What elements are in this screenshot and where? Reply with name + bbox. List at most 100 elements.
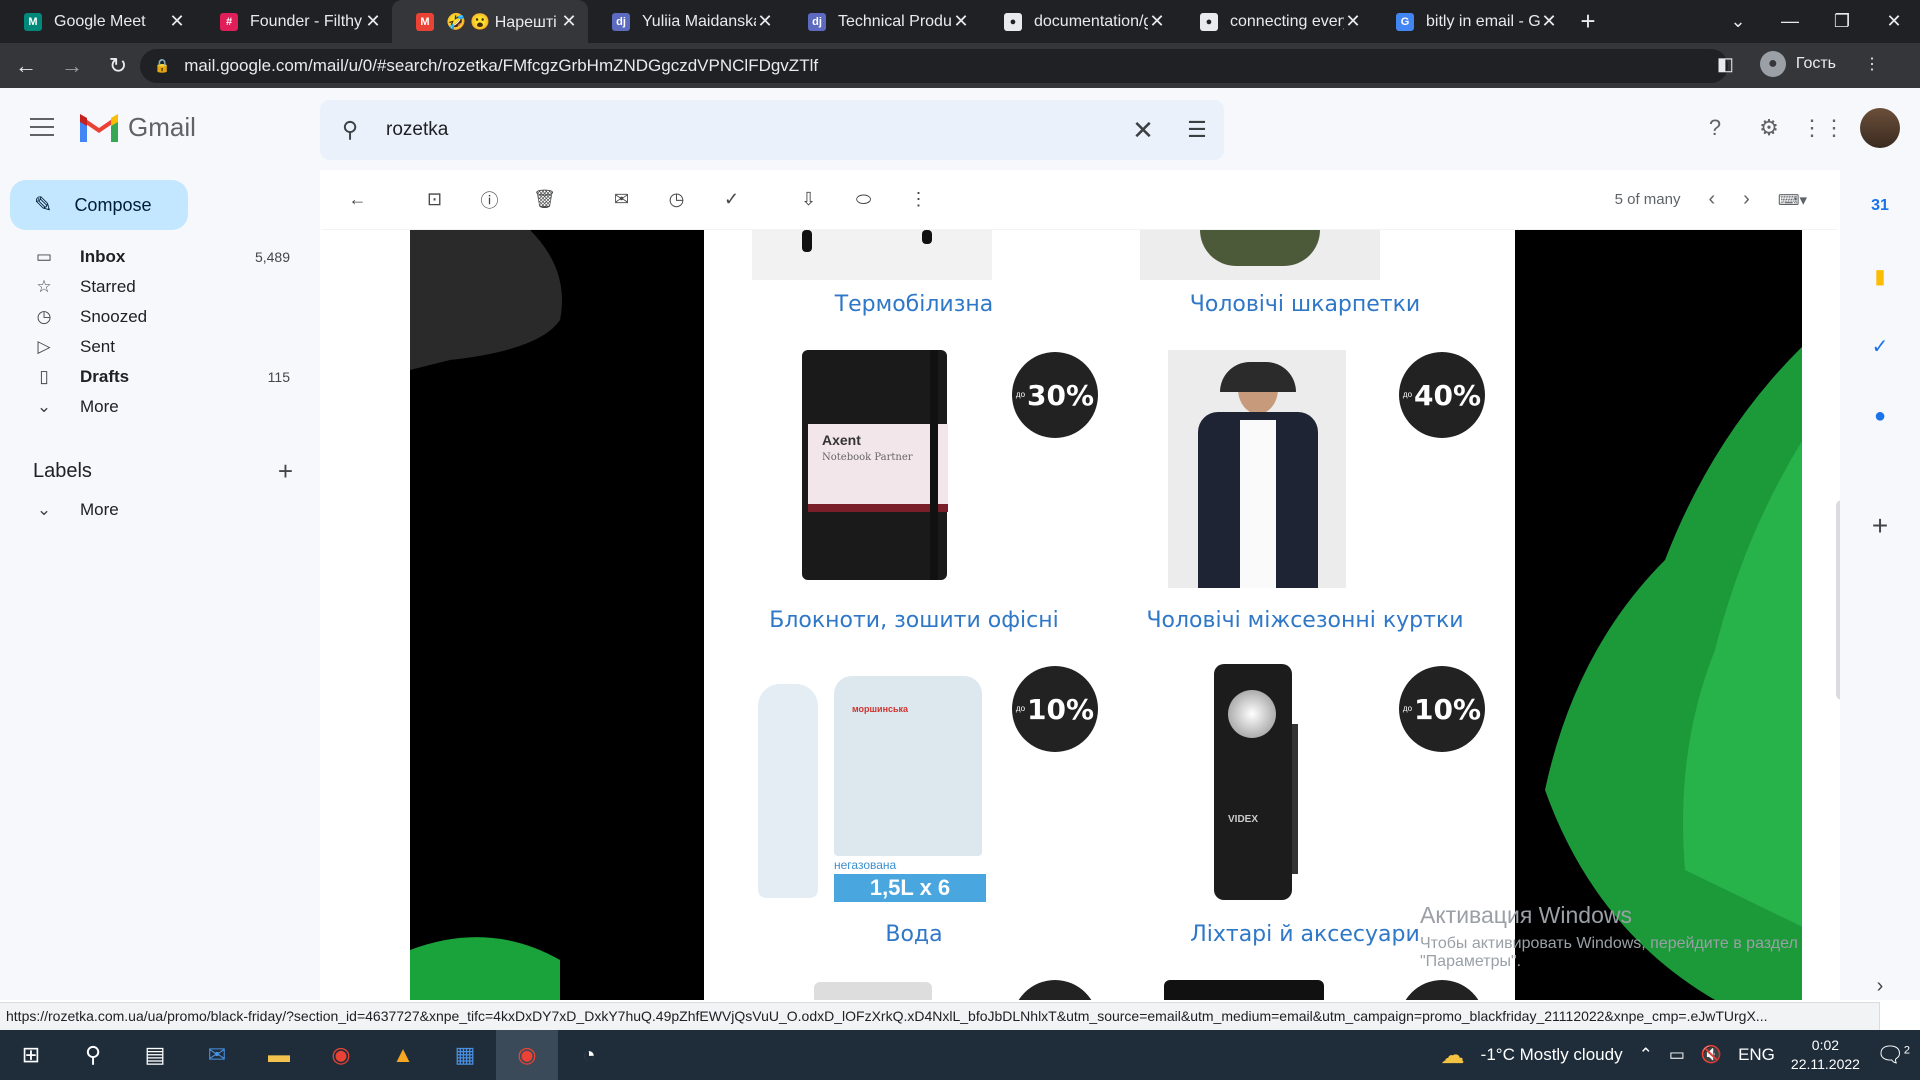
tab-close-icon[interactable]: ✕: [560, 11, 578, 32]
forward-icon[interactable]: →: [52, 53, 92, 79]
label-icon[interactable]: ⬭: [836, 189, 891, 210]
browser-tab[interactable]: dj Technical Product ✕: [784, 0, 980, 43]
chrome-icon[interactable]: ◉: [310, 1030, 372, 1080]
report-spam-icon[interactable]: ⓘ: [462, 187, 517, 213]
tab-search-icon[interactable]: ⌄: [1712, 11, 1764, 32]
clear-search-icon[interactable]: ✕: [1116, 115, 1170, 146]
input-tools-icon[interactable]: ⌨▾: [1778, 191, 1807, 209]
search-input[interactable]: rozetka: [380, 119, 1116, 141]
tab-close-icon[interactable]: ✕: [1148, 11, 1166, 32]
product-caption[interactable]: Чоловічі міжсезонні куртки: [1095, 608, 1515, 633]
product-caption[interactable]: Вода: [704, 922, 1124, 947]
tab-close-icon[interactable]: ✕: [952, 11, 970, 32]
tab-close-icon[interactable]: ✕: [756, 11, 774, 32]
tray-chevron-icon[interactable]: ⌃: [1639, 1045, 1653, 1065]
browser-tab[interactable]: # Founder - Filthy p ✕: [196, 0, 392, 43]
apps-grid-icon[interactable]: ⋮⋮: [1801, 111, 1845, 145]
older-icon[interactable]: ›: [1743, 188, 1750, 211]
tab-close-icon[interactable]: ✕: [168, 11, 186, 32]
help-icon[interactable]: ?: [1698, 111, 1732, 145]
keep-icon[interactable]: ▮: [1864, 260, 1896, 292]
restore-button[interactable]: ❐: [1816, 11, 1868, 32]
volume-icon[interactable]: 🔇: [1701, 1045, 1722, 1065]
browser-tab[interactable]: ● connecting every ✕: [1176, 0, 1372, 43]
minimize-button[interactable]: —: [1764, 11, 1816, 32]
contacts-icon[interactable]: ●: [1864, 400, 1896, 432]
socks-image[interactable]: [1140, 230, 1380, 280]
notebook-image[interactable]: Axent Notebook Partner: [752, 350, 992, 590]
tab-close-icon[interactable]: ✕: [1540, 11, 1558, 32]
weather-icon[interactable]: ☁: [1441, 1041, 1465, 1070]
network-icon[interactable]: ▭: [1669, 1045, 1685, 1065]
side-panel-icon[interactable]: ◧: [1717, 54, 1734, 75]
browser-tab[interactable]: dj Yuliia Maidanska ✕: [588, 0, 784, 43]
archive-icon[interactable]: ⊡: [407, 189, 462, 210]
browser-tab[interactable]: M Google Meet ✕: [0, 0, 196, 43]
weather-text[interactable]: -1°C Mostly cloudy: [1481, 1045, 1623, 1065]
calendar-icon[interactable]: 31: [1864, 190, 1896, 222]
task-view-icon[interactable]: ▤: [124, 1030, 186, 1080]
sidebar-item-drafts[interactable]: ▯ Drafts 115: [0, 362, 300, 392]
expand-panel-icon[interactable]: ›: [1864, 970, 1896, 1002]
file-explorer-icon[interactable]: ▬: [248, 1030, 310, 1080]
reload-icon[interactable]: ↻: [98, 53, 138, 79]
gmail-logo[interactable]: Gmail: [80, 112, 196, 143]
add-addon-icon[interactable]: +: [1864, 510, 1896, 542]
browser-tab[interactable]: Gbitly in email - Go ✕: [1372, 0, 1568, 43]
next-product-image[interactable]: [1164, 980, 1324, 1000]
avast-icon[interactable]: ▲: [372, 1030, 434, 1080]
tasks-icon[interactable]: ✓: [1864, 330, 1896, 362]
add-task-icon[interactable]: ✓: [704, 189, 759, 210]
product-caption[interactable]: Блокноти, зошити офісні: [704, 608, 1124, 633]
water-image[interactable]: моршинська негазована 1,5L x 6: [752, 664, 992, 904]
search-icon[interactable]: ⚲: [320, 117, 380, 143]
profile-area[interactable]: ◧ ● Гость ⋮: [1717, 51, 1880, 77]
account-avatar[interactable]: [1860, 108, 1900, 148]
sidebar-item-snoozed[interactable]: ◷ Snoozed: [0, 302, 300, 332]
store-icon[interactable]: ▦: [434, 1030, 496, 1080]
delete-icon[interactable]: 🗑: [517, 189, 572, 210]
jacket-image[interactable]: [1168, 350, 1346, 588]
compose-button[interactable]: ✎ Compose: [10, 180, 188, 230]
search-taskbar-icon[interactable]: ⚲: [62, 1030, 124, 1080]
clock[interactable]: 0:02 22.11.2022: [1791, 1036, 1860, 1074]
settings-gear-icon[interactable]: ⚙: [1752, 111, 1786, 145]
snooze-icon[interactable]: ◷: [649, 189, 704, 210]
browser-tab[interactable]: M 🤣 😮 Нарешті Ч ✕: [392, 0, 588, 43]
windows-start-icon[interactable]: ⊞: [0, 1030, 62, 1080]
sidebar-item-more[interactable]: ⌄ More: [0, 392, 300, 422]
main-menu-icon[interactable]: [30, 118, 54, 138]
sidebar-item-sent[interactable]: ▷ Sent: [0, 332, 300, 362]
next-product-image[interactable]: [814, 982, 932, 1000]
back-icon[interactable]: ←: [6, 53, 46, 79]
back-to-list-icon[interactable]: ←: [330, 189, 385, 210]
notifications-icon[interactable]: 🗨2: [1876, 1042, 1910, 1068]
mark-unread-icon[interactable]: ✉: [594, 189, 649, 210]
move-to-icon[interactable]: ⇩: [781, 189, 836, 210]
gauge-app-icon[interactable]: ◔: [558, 1030, 620, 1080]
browser-tab[interactable]: ● documentation/g ✕: [980, 0, 1176, 43]
address-bar[interactable]: 🔒 mail.google.com/mail/u/0/#search/rozet…: [140, 49, 1728, 83]
menu-dots-icon[interactable]: ⋮: [1864, 54, 1880, 74]
flashlight-image[interactable]: VIDEX: [1184, 664, 1334, 904]
more-actions-icon[interactable]: ⋮: [891, 189, 946, 210]
sidebar-item-starred[interactable]: ☆ Starred: [0, 272, 300, 302]
newer-icon[interactable]: ‹: [1708, 188, 1715, 211]
chrome-active-icon[interactable]: ◉: [496, 1030, 558, 1080]
tab-close-icon[interactable]: ✕: [364, 11, 382, 32]
search-options-icon[interactable]: ☰: [1170, 117, 1224, 143]
sidebar-item-inbox[interactable]: ▭ Inbox 5,489: [0, 242, 300, 272]
thermal-underwear-image[interactable]: [752, 230, 992, 280]
close-window-button[interactable]: ✕: [1868, 11, 1920, 32]
mail-app-icon[interactable]: ✉: [186, 1030, 248, 1080]
product-caption[interactable]: Термобілизна: [704, 292, 1124, 317]
add-label-icon[interactable]: +: [278, 456, 293, 487]
tab-title: 🤣 😮 Нарешті Ч: [446, 13, 560, 31]
product-caption[interactable]: Чоловічі шкарпетки: [1095, 292, 1515, 317]
new-tab-button[interactable]: +: [1568, 0, 1608, 43]
language-indicator[interactable]: ENG: [1738, 1045, 1775, 1065]
tab-close-icon[interactable]: ✕: [1344, 11, 1362, 32]
profile-label: Гость: [1795, 55, 1836, 72]
search-box[interactable]: ⚲ rozetka ✕ ☰: [320, 100, 1224, 160]
labels-more-item[interactable]: ⌄ More: [0, 495, 300, 525]
